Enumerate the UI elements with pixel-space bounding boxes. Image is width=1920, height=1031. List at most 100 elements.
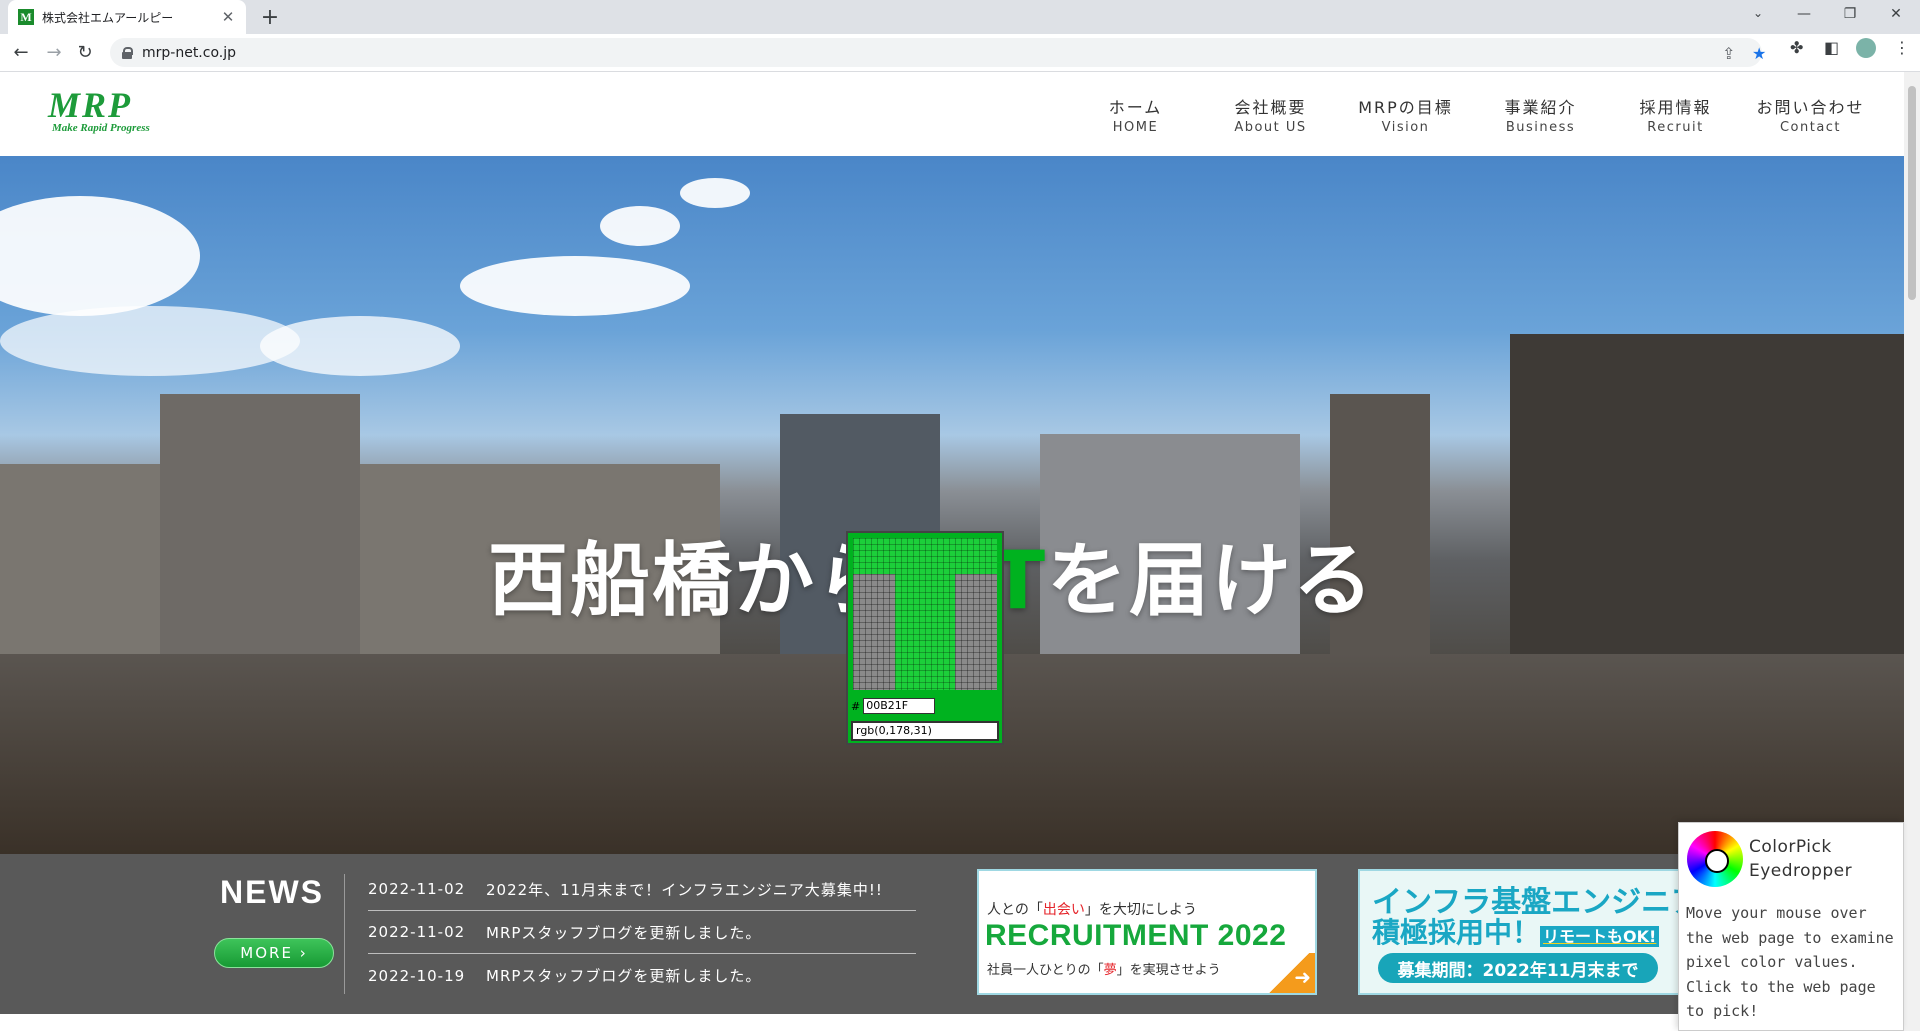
colorpick-magnifier: # 00B21F rgb(0,178,31) — [846, 531, 1004, 745]
page-scrollbar[interactable] — [1904, 72, 1920, 1031]
nav-label-en: About US — [1234, 120, 1307, 135]
tagline-post: 」を大切にしよう — [1084, 902, 1197, 918]
tab-close-icon[interactable]: ✕ — [220, 8, 236, 26]
forward-icon[interactable]: → — [42, 41, 66, 65]
recruitment-banner[interactable]: 人との「出会い」を大切にしよう RECRUITMENT 2022 社員一人ひとり… — [977, 869, 1317, 995]
nav-label-jp: お問い合わせ — [1756, 98, 1865, 117]
site-logo[interactable]: MRP Make Rapid Progress — [48, 85, 150, 134]
window-close-icon[interactable]: ✕ — [1884, 6, 1908, 22]
hero-image: 西船橋からICTを届ける — [0, 156, 1904, 854]
banner-period: 募集期間：2022年11月末まで — [1378, 953, 1658, 983]
news-item[interactable]: 2022-10-19 MRPスタッフブログを更新しました。 — [368, 954, 916, 997]
menu-icon[interactable]: ⋮ — [1894, 38, 1910, 57]
nav-home[interactable]: ホーム HOME — [1068, 98, 1203, 138]
nav-label-jp: MRPの目標 — [1358, 98, 1453, 117]
nav-label-jp: 事業紹介 — [1504, 98, 1577, 117]
nav-label-jp: ホーム — [1108, 98, 1163, 117]
hex-label: # — [851, 699, 861, 713]
scroll-thumb[interactable] — [1908, 86, 1916, 300]
title-line1: ColorPick — [1749, 837, 1832, 857]
news-text: MRPスタッフブログを更新しました。 — [486, 923, 762, 942]
magnifier-pixels — [955, 574, 997, 690]
banner-line2: 積極採用中！ リモートもOK! — [1372, 911, 1660, 951]
cloud — [260, 316, 460, 376]
nav-label-en: HOME — [1112, 120, 1159, 135]
profile-avatar[interactable] — [1856, 38, 1876, 58]
nav-vision[interactable]: MRPの目標 Vision — [1338, 98, 1473, 138]
nav-recruit[interactable]: 採用情報 Recruit — [1608, 98, 1743, 138]
news-text: 2022年、11月末まで！インフラエンジニア大募集中!! — [486, 880, 883, 899]
global-nav: ホーム HOME 会社概要 About US MRPの目標 Vision 事業紹… — [1068, 98, 1878, 138]
tagline-em: 出会い — [1042, 902, 1085, 918]
hex-value[interactable]: 00B21F — [863, 698, 936, 714]
browser-tab-strip: M 株式会社エムアールピー ✕ + ⌄ — ❐ ✕ — [0, 0, 1920, 34]
side-panel-icon[interactable]: ◧ — [1824, 38, 1839, 57]
rgb-value[interactable]: rgb(0,178,31) — [851, 721, 999, 741]
title-line2: Eyedropper — [1749, 861, 1853, 881]
magnifier-pixels — [853, 574, 895, 690]
nav-about[interactable]: 会社概要 About US — [1203, 98, 1338, 138]
cloud — [680, 178, 750, 208]
more-label: MORE — [240, 944, 293, 962]
site-favicon-icon: M — [18, 9, 34, 25]
banner-line2-small: リモートもOK! — [1540, 926, 1660, 947]
cloud — [0, 196, 200, 316]
tab-title: 株式会社エムアールピー — [42, 10, 174, 25]
nav-label-en: Vision — [1381, 120, 1430, 135]
url-text: mrp-net.co.jp — [142, 44, 237, 61]
restore-icon[interactable]: ❐ — [1838, 6, 1862, 22]
news-divider — [344, 874, 345, 994]
logo-main: MRP — [48, 85, 133, 125]
nav-label-en: Recruit — [1647, 120, 1704, 135]
infra-engineer-banner[interactable]: インフラ基盤エンジニア 積極採用中！ リモートもOK! 募集期間：2022年11月… — [1358, 869, 1688, 995]
new-tab-icon[interactable]: + — [258, 5, 282, 30]
magnifier-pixel-grid — [853, 538, 997, 690]
minimize-icon[interactable]: — — [1792, 6, 1816, 22]
news-list: 2022-11-02 2022年、11月末まで！インフラエンジニア大募集中!! … — [368, 868, 916, 997]
tagline-pre: 人との「 — [987, 902, 1043, 918]
address-bar[interactable]: mrp-net.co.jp ⇪ ★ — [110, 38, 1766, 67]
news-date: 2022-10-19 — [368, 966, 466, 985]
nav-contact[interactable]: お問い合わせ Contact — [1743, 98, 1878, 138]
nav-business[interactable]: 事業紹介 Business — [1473, 98, 1608, 138]
cloud — [600, 206, 680, 246]
hero-text-after: を届ける — [1047, 534, 1376, 627]
banner-line2-main: 積極採用中！ — [1372, 916, 1541, 949]
banner-subline: 社員一人ひとりの「夢」を実現させよう — [987, 959, 1221, 978]
banner-tagline: 人との「出会い」を大切にしよう — [987, 899, 1197, 919]
news-heading: NEWS — [220, 874, 324, 910]
nav-label-en: Business — [1505, 120, 1576, 135]
back-icon[interactable]: ← — [9, 41, 33, 65]
nav-label-jp: 採用情報 — [1639, 98, 1712, 117]
cloud — [460, 256, 690, 316]
share-icon[interactable]: ⇪ — [1722, 44, 1735, 63]
subline-pre: 社員一人ひとりの「 — [987, 963, 1104, 978]
site-header: MRP Make Rapid Progress ホーム HOME 会社概要 Ab… — [0, 72, 1904, 156]
news-more-button[interactable]: MORE › — [214, 938, 334, 968]
subline-em: 夢 — [1103, 963, 1117, 978]
nav-label-jp: 会社概要 — [1234, 98, 1307, 117]
colorpick-panel: ColorPick Eyedropper Move your mouse ove… — [1678, 822, 1904, 1031]
hex-readout: # 00B21F — [851, 697, 983, 715]
news-section: NEWS MORE › 2022-11-02 2022年、11月末まで！インフラ… — [0, 854, 1904, 1014]
chevron-right-icon: › — [299, 944, 308, 962]
cloud — [0, 306, 300, 376]
extensions-icon[interactable]: ✤ — [1790, 38, 1803, 57]
news-date: 2022-11-02 — [368, 880, 466, 898]
news-item[interactable]: 2022-11-02 MRPスタッフブログを更新しました。 — [368, 911, 916, 954]
tab-search-icon[interactable]: ⌄ — [1746, 6, 1770, 20]
bookmark-star-icon[interactable]: ★ — [1752, 44, 1766, 63]
banner-title: RECRUITMENT 2022 — [985, 919, 1287, 952]
colorpick-title: ColorPick Eyedropper — [1749, 835, 1852, 883]
reload-icon[interactable]: ↻ — [73, 41, 97, 65]
browser-tab[interactable]: M 株式会社エムアールピー ✕ — [8, 0, 246, 34]
lock-icon[interactable] — [122, 46, 133, 59]
arrow-right-icon: ➜ — [1263, 953, 1315, 993]
colorpick-description: Move your mouse over the web page to exa… — [1686, 904, 1894, 1020]
news-item[interactable]: 2022-11-02 2022年、11月末まで！インフラエンジニア大募集中!! — [368, 868, 916, 911]
logo-tagline: Make Rapid Progress — [52, 122, 150, 134]
news-date: 2022-11-02 — [368, 923, 466, 941]
hero-text-before: 西船橋から — [488, 534, 898, 627]
subline-post: 」を実現させよう — [1116, 963, 1221, 978]
nav-label-en: Contact — [1779, 120, 1842, 135]
